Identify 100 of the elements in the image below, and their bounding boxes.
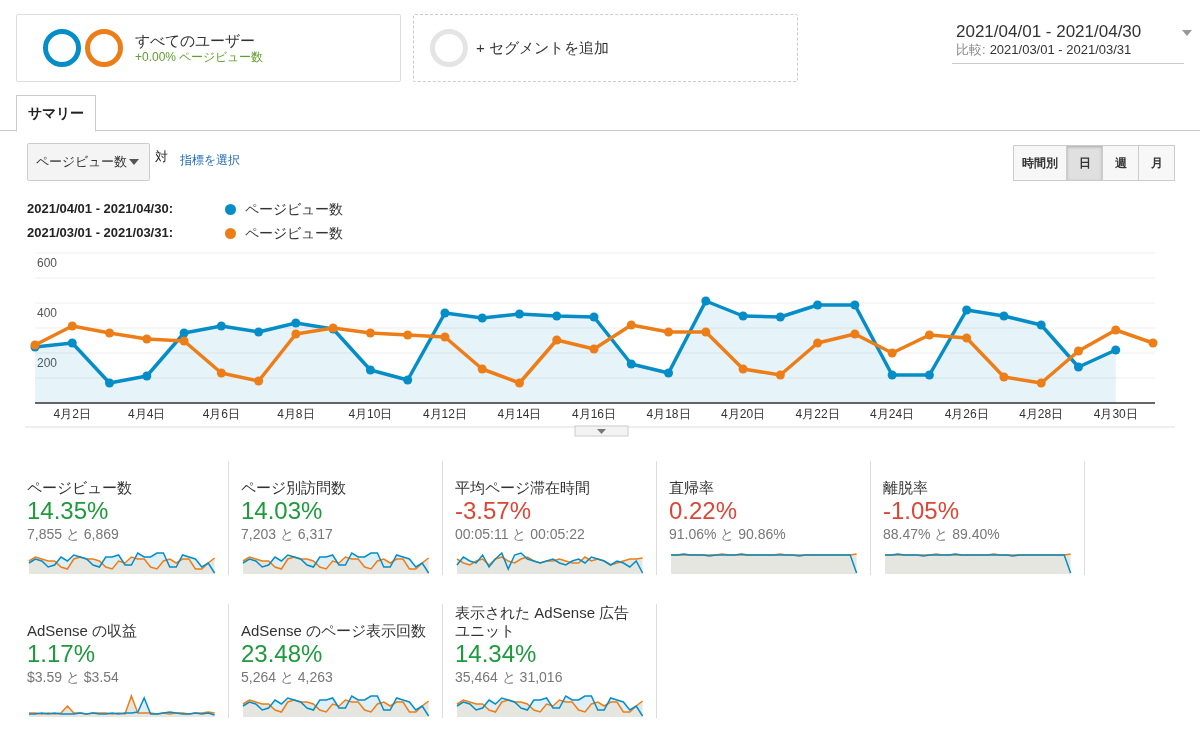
metric-comparison: $3.59 と $3.54	[27, 668, 120, 686]
collapse-handle[interactable]	[574, 425, 629, 437]
metric-change: 0.22%	[669, 497, 739, 525]
legend-metric: ページビュー数	[245, 199, 343, 219]
metric-title: ページ別訪問数	[241, 479, 346, 497]
ring-icon	[43, 29, 81, 67]
point	[142, 371, 152, 381]
point	[403, 330, 413, 340]
point	[105, 328, 115, 338]
point	[440, 332, 450, 342]
metric-comparison: 5,264 と 4,263	[241, 668, 334, 686]
point	[105, 378, 115, 388]
metric-comparison: 7,855 と 6,869	[27, 525, 120, 543]
point	[701, 296, 711, 306]
point	[775, 370, 785, 380]
metric-title: ページビュー数	[27, 479, 132, 497]
point	[813, 300, 823, 310]
point	[403, 375, 413, 385]
metric-title: 離脱率	[883, 479, 928, 497]
metric-comparison: 7,203 と 6,317	[241, 525, 334, 543]
caret-icon	[1182, 30, 1192, 36]
axis-label: 4月22日	[795, 407, 840, 421]
point	[924, 370, 934, 380]
point	[365, 328, 375, 338]
granularity-button[interactable]: 日	[1066, 145, 1103, 181]
metric-comparison: 00:05:11 と 00:05:22	[455, 525, 586, 543]
point	[142, 334, 152, 344]
ring-icon	[85, 29, 123, 67]
metric-comparison: 91.06% と 90.86%	[669, 525, 787, 543]
axis-label: 4月30日	[1093, 407, 1138, 421]
point	[477, 313, 487, 323]
metric-title: 直帰率	[669, 479, 714, 497]
metric-change: -3.57%	[455, 497, 533, 525]
legend-range: 2021/04/01 - 2021/04/30:	[27, 200, 174, 219]
axis-label: 4月20日	[721, 407, 766, 421]
axis-label: 4月28日	[1019, 407, 1064, 421]
metric-title: AdSense の収益	[27, 622, 138, 640]
metric-title: 平均ページ滞在時間	[455, 479, 590, 497]
point	[1148, 338, 1158, 348]
metric-change: 14.03%	[241, 497, 324, 525]
point	[514, 309, 524, 319]
point	[291, 318, 301, 328]
metric-title: AdSense のページ表示回数	[241, 622, 427, 640]
metric-change: 14.35%	[27, 497, 110, 525]
axis-label: 4月4日	[128, 407, 166, 421]
point	[626, 320, 636, 330]
point	[999, 372, 1009, 382]
point	[1036, 320, 1046, 330]
segment-card[interactable]: すべてのユーザー +0.00% ページビュー数	[16, 14, 401, 82]
choose-metric-link[interactable]: 指標を選択	[180, 143, 240, 177]
point	[179, 328, 189, 338]
point	[1036, 378, 1046, 388]
legend-metric: ページビュー数	[245, 223, 343, 243]
metric-change: 23.48%	[241, 640, 324, 668]
point	[216, 321, 226, 331]
compare-range: 2021/03/01 - 2021/03/31	[989, 42, 1132, 57]
metric-dropdown[interactable]: ページビュー数	[27, 143, 150, 181]
granularity-button[interactable]: 時間別	[1013, 145, 1067, 181]
point	[1111, 345, 1121, 355]
point	[1073, 362, 1083, 372]
axis-label: 4月8日	[277, 407, 315, 421]
segment-subtitle: +0.00% ページビュー数	[135, 50, 264, 64]
point	[850, 329, 860, 339]
granularity-button[interactable]: 週	[1102, 145, 1139, 181]
metric-change: 14.34%	[455, 640, 538, 668]
tab[interactable]: サマリー	[16, 95, 96, 132]
point	[216, 368, 226, 378]
point	[552, 335, 562, 345]
axis-label: 200	[37, 356, 58, 370]
point	[440, 308, 450, 318]
axis-label: 4月24日	[870, 407, 915, 421]
point	[67, 321, 77, 331]
point	[514, 378, 524, 388]
axis-label: 4月14日	[497, 407, 542, 421]
add-segment-button[interactable]: + セグメントを追加	[413, 14, 798, 82]
point	[887, 370, 897, 380]
segment-title: すべてのユーザー	[135, 32, 256, 50]
date-range[interactable]: 2021/04/01 - 2021/04/30	[956, 22, 1180, 42]
caret-icon	[129, 159, 139, 165]
point	[626, 359, 636, 369]
point	[477, 364, 487, 374]
point	[962, 333, 972, 343]
versus-label: 対	[155, 148, 168, 166]
point	[589, 344, 599, 354]
legend-range: 2021/03/01 - 2021/03/31:	[27, 224, 174, 243]
axis-label: 4月10日	[348, 407, 393, 421]
point	[254, 327, 264, 337]
granularity-button[interactable]: 月	[1138, 145, 1175, 181]
point	[850, 300, 860, 310]
point	[67, 338, 77, 348]
point	[999, 311, 1009, 321]
axis-label: 400	[37, 306, 58, 320]
axis-label: 4月16日	[572, 407, 616, 421]
axis-label: 4月2日	[53, 407, 91, 421]
point	[738, 311, 748, 321]
add-segment-label: + セグメントを追加	[476, 39, 609, 57]
point	[552, 311, 562, 321]
point	[589, 312, 599, 322]
point	[179, 336, 189, 346]
point	[664, 368, 674, 378]
